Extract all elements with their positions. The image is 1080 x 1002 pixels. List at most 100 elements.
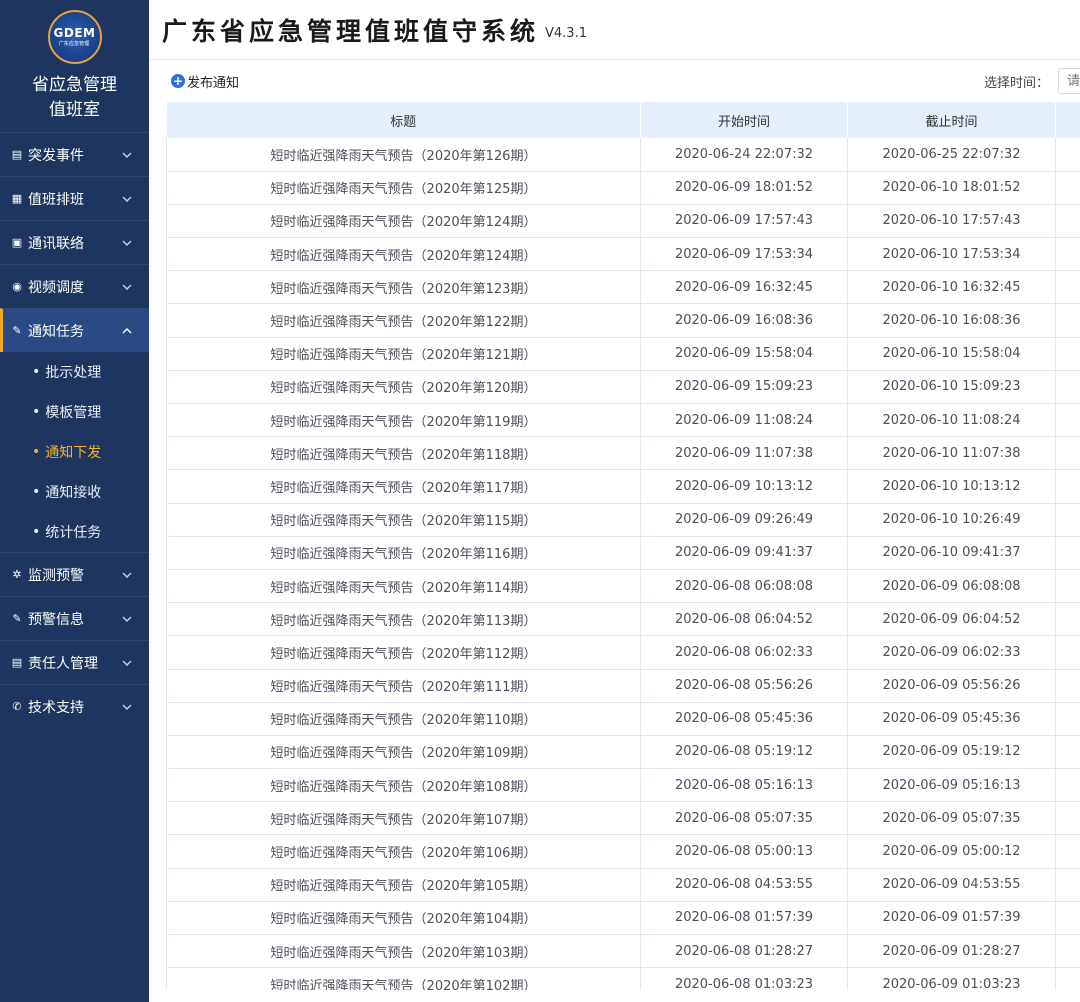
bullet-icon: • — [32, 364, 41, 380]
sidebar-item-0[interactable]: ▤ 突发事件 — [0, 132, 149, 176]
table-row[interactable]: 短时临近强降雨天气预告（2020年第119期） 2020-06-09 11:08:… — [166, 403, 1080, 438]
support-icon: ✆ — [12, 700, 22, 713]
table-row[interactable]: 短时临近强降雨天气预告（2020年第117期） 2020-06-09 10:13:… — [166, 469, 1080, 504]
sidebar-item-2[interactable]: ▣ 通讯联络 — [0, 220, 149, 264]
cell-end-time: 2020-06-09 05:00:12 — [847, 834, 1056, 869]
cell-more — [1055, 204, 1080, 239]
cell-title: 短时临近强降雨天气预告（2020年第102期） — [166, 967, 641, 990]
cell-start-time: 2020-06-24 22:07:32 — [640, 138, 848, 172]
cell-more — [1055, 702, 1080, 736]
cell-start-time: 2020-06-09 09:26:49 — [640, 503, 848, 537]
cell-end-time: 2020-06-09 05:19:12 — [847, 735, 1056, 770]
cell-more — [1055, 768, 1080, 803]
table-row[interactable]: 短时临近强降雨天气预告（2020年第125期） 2020-06-09 18:01:… — [166, 171, 1080, 205]
cell-end-time: 2020-06-09 06:08:08 — [847, 569, 1056, 604]
table-row[interactable]: 短时临近强降雨天气预告（2020年第109期） 2020-06-08 05:19:… — [166, 735, 1080, 770]
table-row[interactable]: 短时临近强降雨天气预告（2020年第107期） 2020-06-08 05:07:… — [166, 801, 1080, 836]
sidebar-subitem-2[interactable]: • 通知下发 — [0, 432, 149, 472]
table-row[interactable]: 短时临近强降雨天气预告（2020年第106期） 2020-06-08 05:00:… — [166, 834, 1080, 869]
cell-end-time: 2020-06-10 17:57:43 — [847, 204, 1056, 239]
cell-more — [1055, 801, 1080, 836]
cell-end-time: 2020-06-09 01:28:27 — [847, 934, 1056, 969]
cell-title: 短时临近强降雨天气预告（2020年第116期） — [166, 536, 641, 570]
bottom-spacer — [149, 990, 1080, 1002]
cell-title: 短时临近强降雨天气预告（2020年第124期） — [166, 204, 641, 239]
cell-more — [1055, 868, 1080, 902]
cell-end-time: 2020-06-09 01:03:23 — [847, 967, 1056, 990]
column-header-end-time[interactable]: 截止时间 — [847, 102, 1056, 138]
cell-more — [1055, 171, 1080, 205]
table-row[interactable]: 短时临近强降雨天气预告（2020年第124期） 2020-06-09 17:57:… — [166, 204, 1080, 239]
publish-notice-label: 发布通知 — [187, 75, 240, 91]
cell-more — [1055, 669, 1080, 703]
time-filter-input[interactable] — [1058, 68, 1080, 94]
cell-title: 短时临近强降雨天气预告（2020年第117期） — [166, 469, 641, 504]
sidebar-subitem-label: 统计任务 — [45, 525, 102, 541]
cell-end-time: 2020-06-10 10:26:49 — [847, 503, 1056, 537]
sidebar-item-4[interactable]: ✎ 通知任务 — [0, 308, 149, 352]
chevron-down-icon — [121, 281, 133, 293]
table-row[interactable]: 短时临近强降雨天气预告（2020年第103期） 2020-06-08 01:28:… — [166, 934, 1080, 969]
sidebar-subitem-1[interactable]: • 模板管理 — [0, 392, 149, 432]
cell-more — [1055, 337, 1080, 371]
cell-start-time: 2020-06-08 06:02:33 — [640, 635, 848, 670]
sidebar-subitem-0[interactable]: • 批示处理 — [0, 352, 149, 392]
table-row[interactable]: 短时临近强降雨天气预告（2020年第116期） 2020-06-09 09:41:… — [166, 536, 1080, 570]
sidebar-item-8[interactable]: ✆ 技术支持 — [0, 684, 149, 728]
cell-start-time: 2020-06-09 17:57:43 — [640, 204, 848, 239]
contact-card-icon: ▣ — [11, 236, 23, 249]
table-row[interactable]: 短时临近强降雨天气预告（2020年第123期） 2020-06-09 16:32:… — [166, 270, 1080, 305]
table-row[interactable]: 短时临近强降雨天气预告（2020年第112期） 2020-06-08 06:02:… — [166, 635, 1080, 670]
table-row[interactable]: 短时临近强降雨天气预告（2020年第124期） 2020-06-09 17:53:… — [166, 237, 1080, 272]
publish-notice-button[interactable]: + 发布通知 — [171, 72, 239, 91]
chevron-down-icon — [121, 701, 133, 713]
table-row[interactable]: 短时临近强降雨天气预告（2020年第108期） 2020-06-08 05:16:… — [166, 768, 1080, 803]
table-row[interactable]: 短时临近强降雨天气预告（2020年第111期） 2020-06-08 05:56:… — [166, 669, 1080, 703]
cell-more — [1055, 967, 1080, 990]
cell-more — [1055, 602, 1080, 637]
sidebar-subitem-4[interactable]: • 统计任务 — [0, 512, 149, 552]
cell-start-time: 2020-06-09 11:07:38 — [640, 436, 848, 471]
cell-start-time: 2020-06-09 10:13:12 — [640, 469, 848, 504]
sidebar-item-5[interactable]: ✲ 监测预警 — [0, 552, 149, 596]
cell-start-time: 2020-06-09 17:53:34 — [640, 237, 848, 272]
table-row[interactable]: 短时临近强降雨天气预告（2020年第113期） 2020-06-08 06:04:… — [166, 602, 1080, 637]
cell-end-time: 2020-06-10 16:08:36 — [847, 303, 1056, 338]
cell-title: 短时临近强降雨天气预告（2020年第109期） — [166, 735, 641, 770]
sidebar-item-label: 技术支持 — [28, 699, 84, 716]
column-header-title[interactable]: 标题 — [166, 102, 641, 138]
table-row[interactable]: 短时临近强降雨天气预告（2020年第122期） 2020-06-09 16:08:… — [166, 303, 1080, 338]
table-row[interactable]: 短时临近强降雨天气预告（2020年第120期） 2020-06-09 15:09:… — [166, 370, 1080, 405]
table-row[interactable]: 短时临近强降雨天气预告（2020年第126期） 2020-06-24 22:07:… — [166, 138, 1080, 172]
sidebar-header: GDEM 广东应急管理 省应急管理值班室 — [0, 0, 149, 132]
table-row[interactable]: 短时临近强降雨天气预告（2020年第118期） 2020-06-09 11:07:… — [166, 436, 1080, 471]
cell-start-time: 2020-06-08 04:53:55 — [640, 868, 848, 902]
sidebar-item-3[interactable]: ◉ 视频调度 — [0, 264, 149, 308]
sidebar-item-6[interactable]: ✎ 预警信息 — [0, 596, 149, 640]
cell-title: 短时临近强降雨天气预告（2020年第126期） — [166, 138, 641, 172]
table-row[interactable]: 短时临近强降雨天气预告（2020年第115期） 2020-06-09 09:26:… — [166, 503, 1080, 537]
cell-start-time: 2020-06-08 05:16:13 — [640, 768, 848, 803]
table-row[interactable]: 短时临近强降雨天气预告（2020年第110期） 2020-06-08 05:45:… — [166, 702, 1080, 736]
sidebar-subitem-3[interactable]: • 通知接收 — [0, 472, 149, 512]
cell-more — [1055, 138, 1080, 172]
column-header-start-time[interactable]: 开始时间 — [640, 102, 848, 138]
sidebar-item-1[interactable]: ▦ 值班排班 — [0, 176, 149, 220]
sidebar-item-label: 监测预警 — [28, 567, 84, 584]
cell-end-time: 2020-06-10 10:13:12 — [847, 469, 1056, 504]
table-row[interactable]: 短时临近强降雨天气预告（2020年第105期） 2020-06-08 04:53:… — [166, 868, 1080, 902]
cell-title: 短时临近强降雨天气预告（2020年第120期） — [166, 370, 641, 405]
edit-document-icon: ✎ — [12, 324, 22, 337]
cell-start-time: 2020-06-09 16:08:36 — [640, 303, 848, 338]
table-row[interactable]: 短时临近强降雨天气预告（2020年第102期） 2020-06-08 01:03:… — [166, 967, 1080, 990]
toolbar: + 发布通知 选择时间： — [149, 60, 1080, 102]
cell-more — [1055, 370, 1080, 405]
table-row[interactable]: 短时临近强降雨天气预告（2020年第104期） 2020-06-08 01:57:… — [166, 901, 1080, 936]
office-title: 省应急管理值班室 — [29, 73, 121, 123]
table-row[interactable]: 短时临近强降雨天气预告（2020年第121期） 2020-06-09 15:58:… — [166, 337, 1080, 371]
table-row[interactable]: 短时临近强降雨天气预告（2020年第114期） 2020-06-08 06:08:… — [166, 569, 1080, 604]
cell-more — [1055, 237, 1080, 272]
cell-end-time: 2020-06-10 09:41:37 — [847, 536, 1056, 570]
cell-more — [1055, 403, 1080, 438]
sidebar-item-7[interactable]: ▤ 责任人管理 — [0, 640, 149, 684]
